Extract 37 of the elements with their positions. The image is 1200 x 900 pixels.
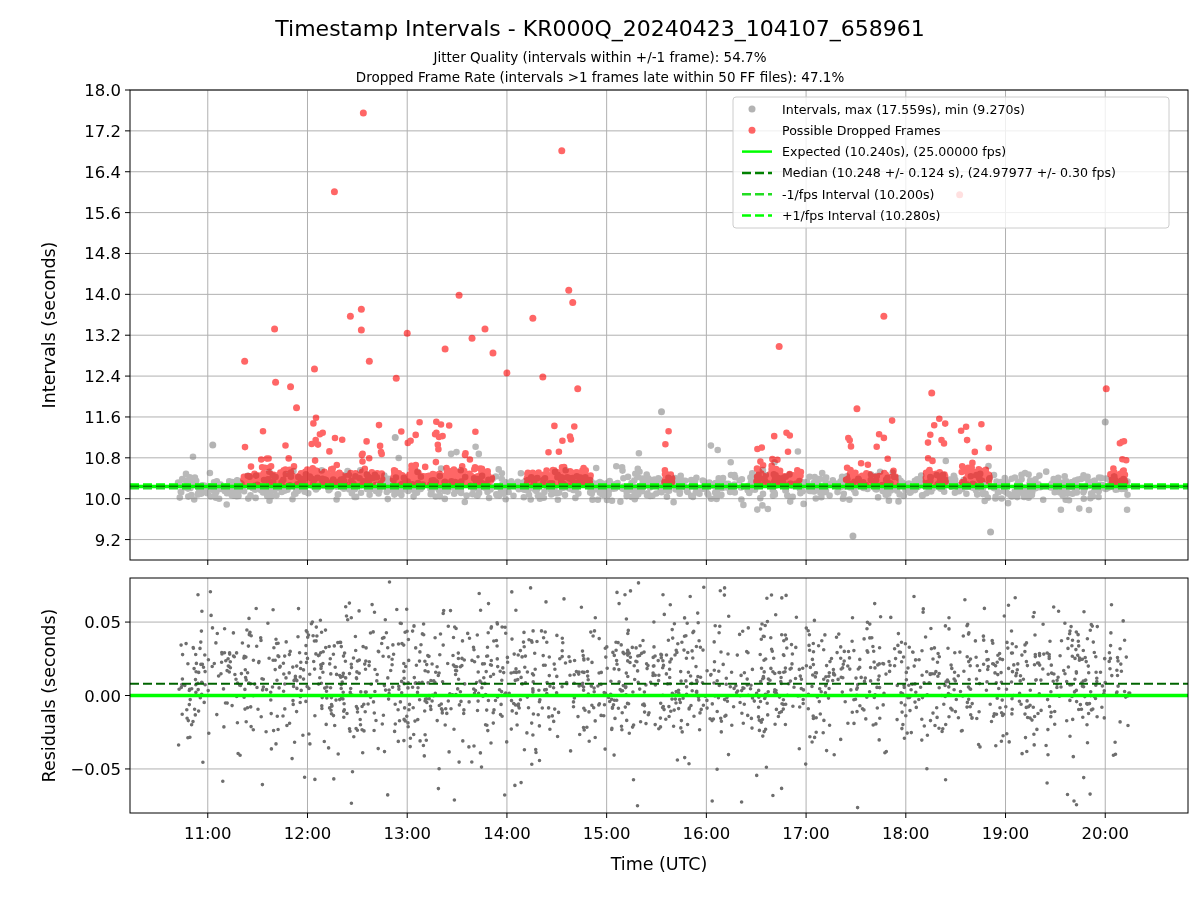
x-tick-label: 18:00 <box>882 824 930 843</box>
legend-label: Possible Dropped Frames <box>782 122 941 138</box>
y-axis-label: Intervals (seconds) <box>39 241 59 409</box>
y-tick-label: 18.0 <box>84 81 121 100</box>
y-tick-label: 10.0 <box>84 489 121 509</box>
y-tick-label: 14.8 <box>84 244 121 264</box>
x-tick-label: 11:00 <box>184 824 232 843</box>
x-tick-label: 20:00 <box>1081 824 1129 843</box>
chart-subtitle: Jitter Quality (intervals within +/-1 frame): 54.7% <box>433 49 767 65</box>
x-tick-label: 12:00 <box>283 824 332 843</box>
x-tick-label: 19:00 <box>981 824 1030 843</box>
legend-label: -1/fps Interval (10.200s) <box>782 186 935 202</box>
chart-title: Timestamp Intervals - KR000Q_20240423_104107_658961 <box>275 16 925 41</box>
y-axis-label: Residuals (seconds) <box>39 608 59 783</box>
y-tick-label: −0.05 <box>70 759 121 779</box>
y-tick-label: 15.6 <box>84 203 121 223</box>
y-tick-label: 17.2 <box>84 121 121 141</box>
legend-label: Median (10.248 +/- 0.124 s), (24.97977 +/- 0.30 fps) <box>782 165 1116 181</box>
legend-label: Expected (10.240s), (25.00000 fps) <box>782 144 1007 160</box>
legend-label: Intervals, max (17.559s), min (9.270s) <box>782 101 1025 117</box>
legend-label: +1/fps Interval (10.280s) <box>782 208 941 223</box>
x-tick-label: 17:00 <box>782 824 830 843</box>
y-tick-label: 9.2 <box>94 530 121 550</box>
y-tick-label: 13.2 <box>84 326 121 346</box>
y-tick-label: 10.8 <box>84 448 121 468</box>
x-axis-label: Time (UTC) <box>610 854 708 874</box>
y-tick-label: 14.0 <box>84 285 121 305</box>
y-tick-label: 16.4 <box>84 162 121 182</box>
chart-subtitle: Dropped Frame Rate (intervals >1 frames late within 50 FF files): 47.1% <box>355 69 845 85</box>
y-tick-label: 11.6 <box>84 407 121 427</box>
x-tick-label: 16:00 <box>682 824 731 843</box>
y-tick-label: 0.05 <box>84 613 121 633</box>
x-tick-label: 14:00 <box>483 824 531 843</box>
y-tick-label: 12.4 <box>84 367 121 387</box>
x-tick-label: 13:00 <box>383 824 431 843</box>
x-tick-label: 15:00 <box>582 824 631 843</box>
y-tick-label: 0.00 <box>84 686 121 706</box>
